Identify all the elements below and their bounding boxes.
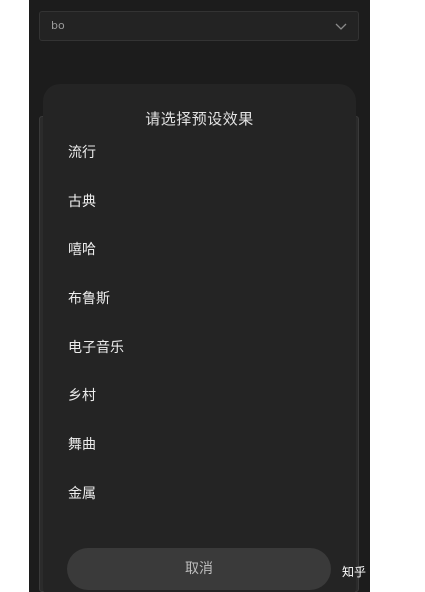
- cancel-button[interactable]: 取消: [67, 548, 331, 590]
- preset-list: 流行 古典 嘻哈 布鲁斯 电子音乐 乡村 舞曲 金属: [43, 132, 356, 522]
- preset-option-label: 流行: [68, 145, 96, 161]
- preset-option-label: 嘻哈: [68, 242, 96, 259]
- preset-dialog: 请选择预设效果 流行 古典 嘻哈 布鲁斯 电子音乐 乡村 舞曲 金属 取消: [43, 84, 356, 592]
- preset-option-label: 古典: [68, 193, 96, 210]
- preset-option-label: 乡村: [68, 388, 96, 405]
- preset-select-value: bo: [51, 19, 65, 32]
- preset-option-hiphop[interactable]: 嘻哈: [43, 229, 356, 278]
- preset-option-label: 舞曲: [68, 437, 96, 454]
- preset-option-label: 电子音乐: [68, 339, 124, 356]
- preset-option-label: 金属: [68, 485, 96, 502]
- preset-select[interactable]: bo: [39, 11, 359, 41]
- preset-option-metal[interactable]: 金属: [43, 473, 356, 522]
- watermark: 知乎 @柳青: [342, 565, 406, 579]
- chevron-down-icon: [335, 23, 347, 30]
- preset-option-blues[interactable]: 布鲁斯: [43, 278, 356, 327]
- preset-option-dance[interactable]: 舞曲: [43, 424, 356, 473]
- app-screen: bo 请选择预设效果 流行 古典 嘻哈 布鲁斯 电子音乐 乡村 舞曲 金属 取消: [29, 0, 370, 592]
- preset-option-label: 布鲁斯: [68, 291, 110, 308]
- dialog-title: 请选择预设效果: [145, 110, 254, 128]
- preset-option-pop[interactable]: 流行: [43, 132, 356, 181]
- preset-option-classical[interactable]: 古典: [43, 181, 356, 230]
- preset-option-electronic[interactable]: 电子音乐: [43, 327, 356, 376]
- preset-option-country[interactable]: 乡村: [43, 375, 356, 424]
